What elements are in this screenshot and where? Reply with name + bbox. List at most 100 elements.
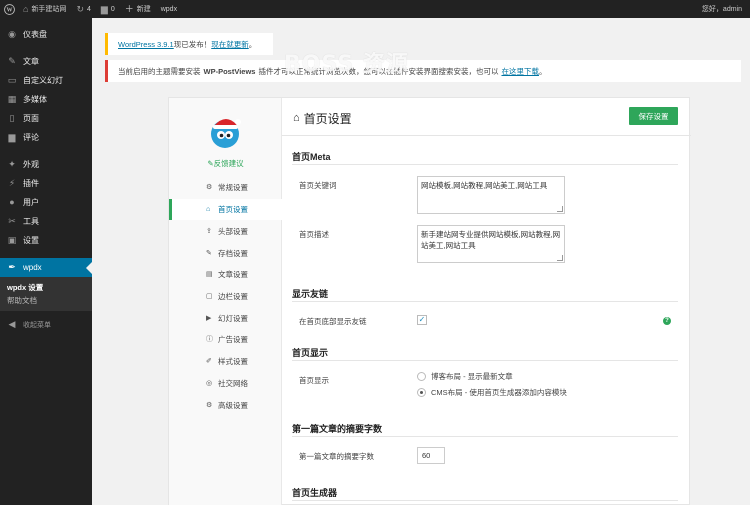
wpdx-icon: ✒ [8, 262, 16, 272]
page-icon: ▯ [9, 113, 15, 123]
account-link[interactable]: 您好，admin [697, 0, 750, 18]
submenu-wpdx-settings[interactable]: wpdx 设置 [0, 281, 92, 294]
nav-advanced-settings[interactable]: ⚙ 高级设置 [169, 395, 282, 416]
updates-link[interactable]: ↻ 4 [71, 0, 95, 18]
user-icon: ● [9, 197, 15, 207]
excerpt-length-input[interactable]: 60 [417, 447, 445, 464]
info-icon: ⓘ [206, 336, 213, 343]
home-icon: ⌂ [206, 206, 211, 213]
section-divider [292, 360, 678, 361]
site-name-link[interactable]: ⌂ 新手建站网 [18, 0, 71, 18]
page-title: ⌂ 首页设置 [293, 112, 352, 126]
sidebar-item-users[interactable]: ● 用户 [0, 193, 92, 212]
section-divider [292, 500, 678, 501]
section-title-excerpt: 第一篇文章的摘要字数 [292, 424, 383, 434]
feedback-link[interactable]: ✎反馈建议 [169, 158, 282, 169]
excerpt-length-label: 第一篇文章的摘要字数 [299, 452, 374, 461]
nav-ad-settings[interactable]: ⓘ 广告设置 [169, 329, 282, 350]
watermark-text: BOSS 资源 [284, 52, 409, 77]
nav-slider-settings[interactable]: ▶ 幻灯设置 [169, 308, 282, 329]
download-here-link[interactable]: 在这里下载 [501, 66, 539, 77]
section-title-builder: 首页生成器 [292, 488, 338, 498]
comment-icon: ▆ [100, 3, 108, 14]
nav-style-settings[interactable]: ✐ 样式设置 [169, 351, 282, 372]
sidebar-item-posts[interactable]: ✎ 文章 [0, 52, 92, 71]
description-label: 首页描述 [299, 230, 329, 239]
pin-icon: ✎ [8, 56, 16, 66]
sidebar-item-dashboard[interactable]: ◉ 仪表盘 [0, 25, 92, 44]
home-icon: ⌂ [293, 112, 300, 124]
radio-cms-layout[interactable]: CMS布局 - 使用首页生成器添加内容模块 [417, 387, 567, 398]
nav-general-settings[interactable]: ⚙ 常规设置 [169, 177, 282, 198]
home-icon: ⌂ [23, 3, 29, 14]
appearance-icon: ✦ [8, 159, 16, 169]
sidebar-item-settings[interactable]: ▣ 设置 [0, 231, 92, 250]
new-content-link[interactable]: ＋ 新建 [120, 0, 156, 18]
sidebar-item-tools[interactable]: ✂ 工具 [0, 212, 92, 231]
sidebar-item-slides[interactable]: ▭ 自定义幻灯 [0, 71, 92, 90]
wpdx-submenu: wpdx 设置 帮助文档 [0, 277, 92, 311]
nav-social-settings[interactable]: ◎ 社交网络 [169, 373, 282, 394]
admin-bar: W ⌂ 新手建站网 ↻ 4 ▆ 0 ＋ 新建 wpdx 您好，admin [0, 0, 750, 18]
sidebar-item-media[interactable]: ▦ 多媒体 [0, 90, 92, 109]
section-title-links: 显示友链 [292, 289, 329, 299]
gear-icon: ⚙ [206, 184, 213, 191]
comments-link[interactable]: ▆ 0 [96, 0, 120, 18]
update-notice: WordPress 3.9.1 现已发布！ 现在就更新 。 [105, 33, 273, 55]
wordpress-logo-icon[interactable]: W [0, 0, 18, 18]
show-links-checkbox[interactable]: ✓ [417, 315, 427, 325]
settings-nav: ✎反馈建议 ⚙ 常规设置 ⌂ 首页设置 ⇪ 头部设置 ✎ 存档设置 ▤ 文章设置 ▢ 边栏设… [169, 98, 282, 505]
keywords-textarea[interactable]: 网站模板,网站教程,网站美工,网站工具 [417, 176, 565, 214]
save-settings-button[interactable]: 保存设置 [629, 107, 678, 125]
brush-icon: ✐ [206, 358, 212, 365]
theme-link[interactable]: wpdx [156, 0, 182, 18]
submenu-help-docs[interactable]: 帮助文档 [0, 294, 92, 307]
play-icon: ▶ [206, 315, 212, 322]
theme-mascot-avatar [211, 118, 241, 148]
nav-archive-settings[interactable]: ✎ 存档设置 [169, 243, 282, 264]
plugin-required-notice: 当前启用的主题需要安装 WP-PostViews 插件才可以正常统计浏览次数，您… [105, 60, 741, 82]
collapse-menu-button[interactable]: ◀ 收起菜单 [0, 315, 92, 334]
header-divider [282, 135, 691, 136]
radio-button[interactable] [417, 372, 426, 381]
home-display-label: 首页显示 [299, 376, 329, 385]
admin-sidebar: ◉ 仪表盘 ✎ 文章 ▭ 自定义幻灯 ▦ 多媒体 ▯ 页面 ▆ 评论 ✦ 外观 ⚡ 插件 ● 用户… [0, 18, 92, 505]
dashboard-icon: ◉ [8, 29, 16, 39]
comment-icon: ▆ [8, 132, 16, 142]
section-divider [292, 436, 678, 437]
plus-icon: ＋ [124, 3, 134, 14]
nav-post-settings[interactable]: ▤ 文章设置 [169, 264, 282, 285]
settings-icon: ▣ [7, 235, 17, 245]
section-title-display: 首页显示 [292, 348, 329, 358]
sidebar-item-comments[interactable]: ▆ 评论 [0, 128, 92, 147]
sidebar-item-pages[interactable]: ▯ 页面 [0, 109, 92, 128]
collapse-arrow-icon: ◀ [8, 319, 16, 329]
sidebar-icon: ▢ [206, 293, 213, 300]
version-link[interactable]: WordPress 3.9.1 [118, 40, 174, 49]
nav-home-settings[interactable]: ⌂ 首页设置 [169, 199, 282, 220]
share-icon: ◎ [206, 380, 213, 387]
keywords-label: 首页关键词 [299, 181, 337, 190]
sidebar-item-wpdx[interactable]: ✒ wpdx [0, 258, 92, 277]
edit-icon: ✎ [206, 250, 212, 257]
radio-button-selected[interactable] [417, 388, 426, 397]
settings-panel: ✎反馈建议 ⚙ 常规设置 ⌂ 首页设置 ⇪ 头部设置 ✎ 存档设置 ▤ 文章设置 ▢ 边栏设… [168, 97, 691, 505]
document-icon: ▤ [206, 271, 213, 278]
show-links-label: 在首页底部显示友链 [299, 317, 367, 326]
plugin-icon: ⚡ [8, 178, 16, 188]
sidebar-item-plugins[interactable]: ⚡ 插件 [0, 174, 92, 193]
help-icon[interactable]: ? [663, 317, 671, 325]
tools-icon: ✂ [8, 216, 16, 226]
section-divider [292, 301, 678, 302]
section-divider [292, 164, 678, 165]
description-textarea[interactable]: 新手建站网专业提供网站模板,网站教程,网站美工,网站工具 [417, 225, 565, 263]
svg-text:W: W [6, 7, 12, 13]
nav-header-settings[interactable]: ⇪ 头部设置 [169, 221, 282, 242]
update-now-link[interactable]: 现在就更新 [211, 39, 249, 50]
media-icon: ▦ [7, 94, 17, 104]
radio-blog-layout[interactable]: 博客布局 - 显示最新文章 [417, 371, 513, 382]
cogs-icon: ⚙ [206, 402, 213, 409]
slides-icon: ▭ [7, 75, 17, 85]
sidebar-item-appearance[interactable]: ✦ 外观 [0, 155, 92, 174]
nav-sidebar-settings[interactable]: ▢ 边栏设置 [169, 286, 282, 307]
